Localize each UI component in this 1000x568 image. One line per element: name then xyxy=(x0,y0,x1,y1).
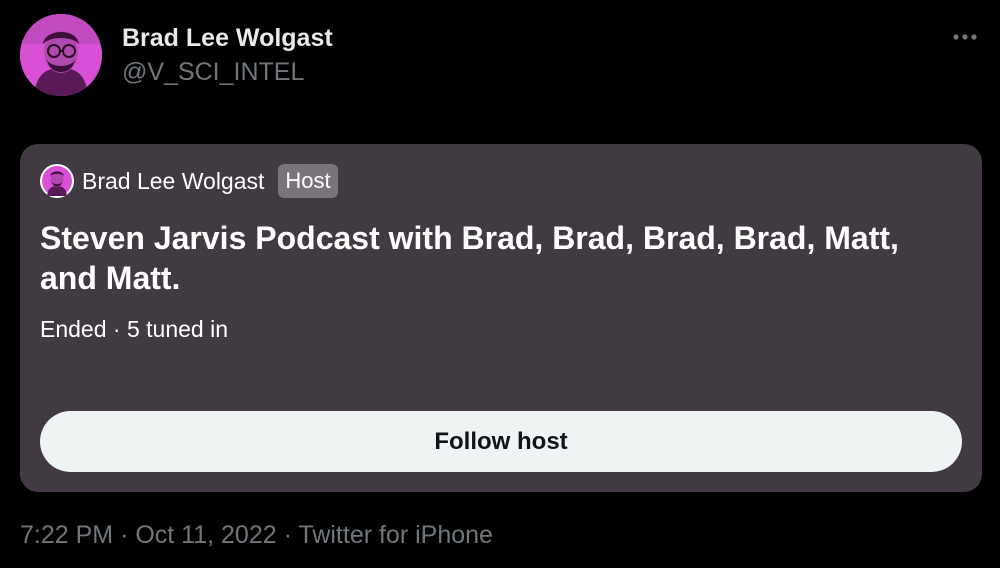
meta-separator: · xyxy=(283,521,292,549)
space-status: Ended · 5 tuned in xyxy=(40,316,228,343)
author-info: Brad Lee Wolgast @V_SCI_INTEL xyxy=(122,22,333,88)
follow-host-button[interactable]: Follow host xyxy=(40,411,962,472)
space-host-row: Brad Lee Wolgast Host xyxy=(40,164,338,198)
space-listener-count: 5 tuned in xyxy=(126,316,228,342)
tweet-header: Brad Lee Wolgast @V_SCI_INTEL xyxy=(20,14,986,98)
host-avatar-image xyxy=(42,166,72,196)
more-options-button[interactable] xyxy=(948,24,982,50)
host-name[interactable]: Brad Lee Wolgast xyxy=(82,168,264,195)
avatar-portrait-image xyxy=(20,14,102,96)
author-avatar[interactable] xyxy=(20,14,102,96)
tweet-source[interactable]: Twitter for iPhone xyxy=(298,521,493,549)
meta-separator: · xyxy=(120,521,129,549)
host-badge: Host xyxy=(278,164,338,198)
tweet-time[interactable]: 7:22 PM xyxy=(20,521,113,549)
more-horizontal-icon xyxy=(953,34,977,40)
space-title: Steven Jarvis Podcast with Brad, Brad, B… xyxy=(40,220,899,296)
space-status-ended: Ended xyxy=(40,316,107,342)
host-avatar xyxy=(40,164,74,198)
tweet-meta: 7:22 PM · Oct 11, 2022 · Twitter for iPh… xyxy=(20,518,493,552)
space-card[interactable]: Brad Lee Wolgast Host Steven Jarvis Podc… xyxy=(20,144,982,492)
tweet-date[interactable]: Oct 11, 2022 xyxy=(135,521,276,549)
author-name[interactable]: Brad Lee Wolgast xyxy=(122,22,333,54)
status-separator: · xyxy=(112,316,121,342)
author-handle[interactable]: @V_SCI_INTEL xyxy=(122,56,333,88)
